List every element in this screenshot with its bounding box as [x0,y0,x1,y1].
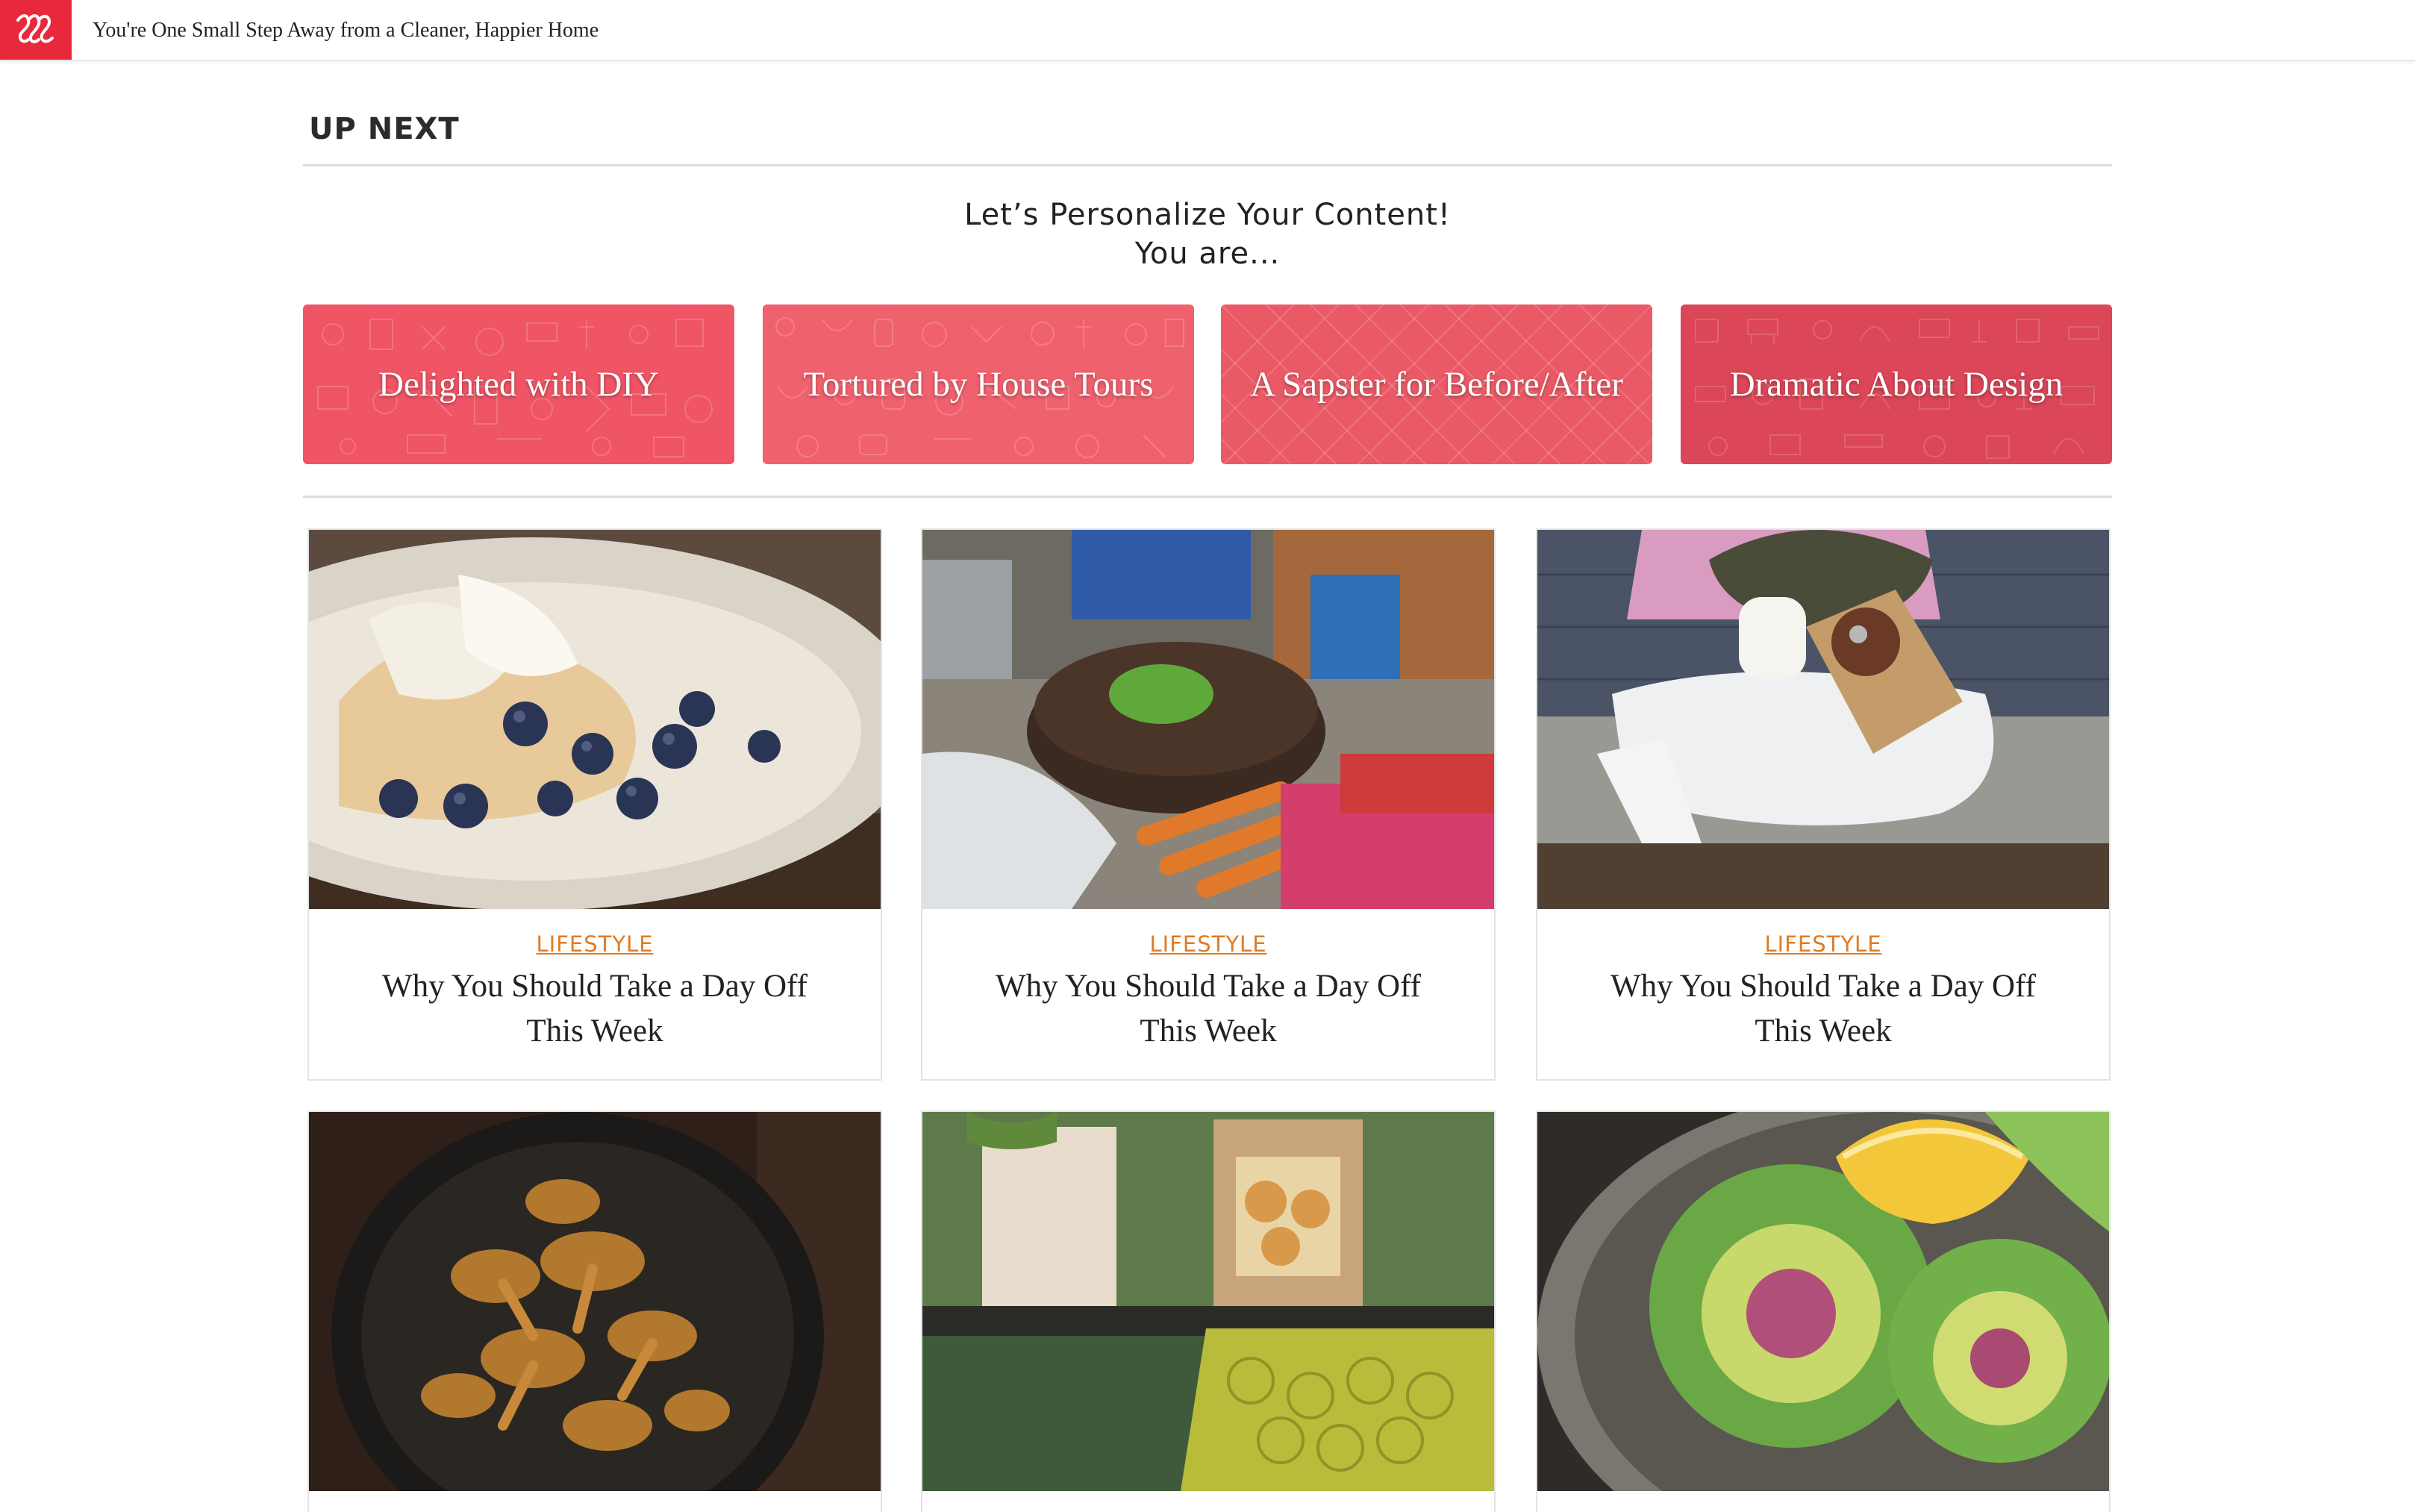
article-image[interactable] [922,530,1494,909]
section-divider [303,164,2112,166]
article-image[interactable] [309,1112,881,1491]
persona-label: A Sapster for Before/After [1250,365,1623,404]
category-link[interactable]: LIFESTYLE [536,931,653,957]
market-vegetables-photo [922,530,1494,909]
pastry-box-lace-photo [922,1112,1494,1491]
article-title[interactable]: Why You Should Take a Day Off This Week [977,964,1440,1054]
artichokes-lemon-photo [1537,1112,2109,1491]
article-card[interactable] [921,1110,1496,1512]
article-card[interactable] [1536,1110,2111,1512]
card-body: LIFESTYLE Why You Should Take a Day Off … [309,909,881,1054]
crepes-blueberries-photo [309,530,881,909]
persona-label: Delighted with DIY [378,365,659,404]
top-bar: You're One Small Step Away from a Cleane… [0,0,2415,61]
site-logo[interactable] [0,0,72,60]
category-link[interactable]: LIFESTYLE [1764,931,1881,957]
persona-divider [303,496,2112,498]
persona-label: Dramatic About Design [1729,365,2063,404]
chanterelle-mushrooms-photo [309,1112,881,1491]
personalize-heading: Let’s Personalize Your Content! [964,198,1451,232]
article-title[interactable]: Why You Should Take a Day Off This Week [363,964,826,1054]
persona-button-before-after[interactable]: A Sapster for Before/After [1221,304,1652,464]
card-body: LIFESTYLE Why You Should Take a Day Off … [922,909,1494,1054]
article-card[interactable]: LIFESTYLE Why You Should Take a Day Off … [1536,528,2111,1081]
coffee-pastry-sidewalk-photo [1537,530,2109,909]
section-title: UP NEXT [309,112,460,146]
logo-icon [16,14,54,43]
persona-button-design[interactable]: Dramatic About Design [1681,304,2112,464]
article-card[interactable]: LIFESTYLE Why You Should Take a Day Off … [921,528,1496,1081]
persona-button-diy[interactable]: Delighted with DIY [303,304,734,464]
persona-button-house-tours[interactable]: Tortured by House Tours [763,304,1194,464]
article-image[interactable] [1537,530,2109,909]
personalize-prompt: Let’s Personalize Your Content! You are.… [303,196,2112,273]
article-title[interactable]: Why You Should Take a Day Off This Week [1592,964,2055,1054]
article-card[interactable]: LIFESTYLE Why You Should Take a Day Off … [307,528,882,1081]
persona-label: Tortured by House Tours [803,365,1154,404]
article-image[interactable] [309,530,881,909]
article-image[interactable] [922,1112,1494,1491]
article-image[interactable] [1537,1112,2109,1491]
card-body: LIFESTYLE Why You Should Take a Day Off … [1537,909,2109,1054]
personalize-subheading: You are... [1134,237,1281,271]
article-card[interactable] [307,1110,882,1512]
page-headline[interactable]: You're One Small Step Away from a Cleane… [93,0,599,60]
category-link[interactable]: LIFESTYLE [1149,931,1266,957]
